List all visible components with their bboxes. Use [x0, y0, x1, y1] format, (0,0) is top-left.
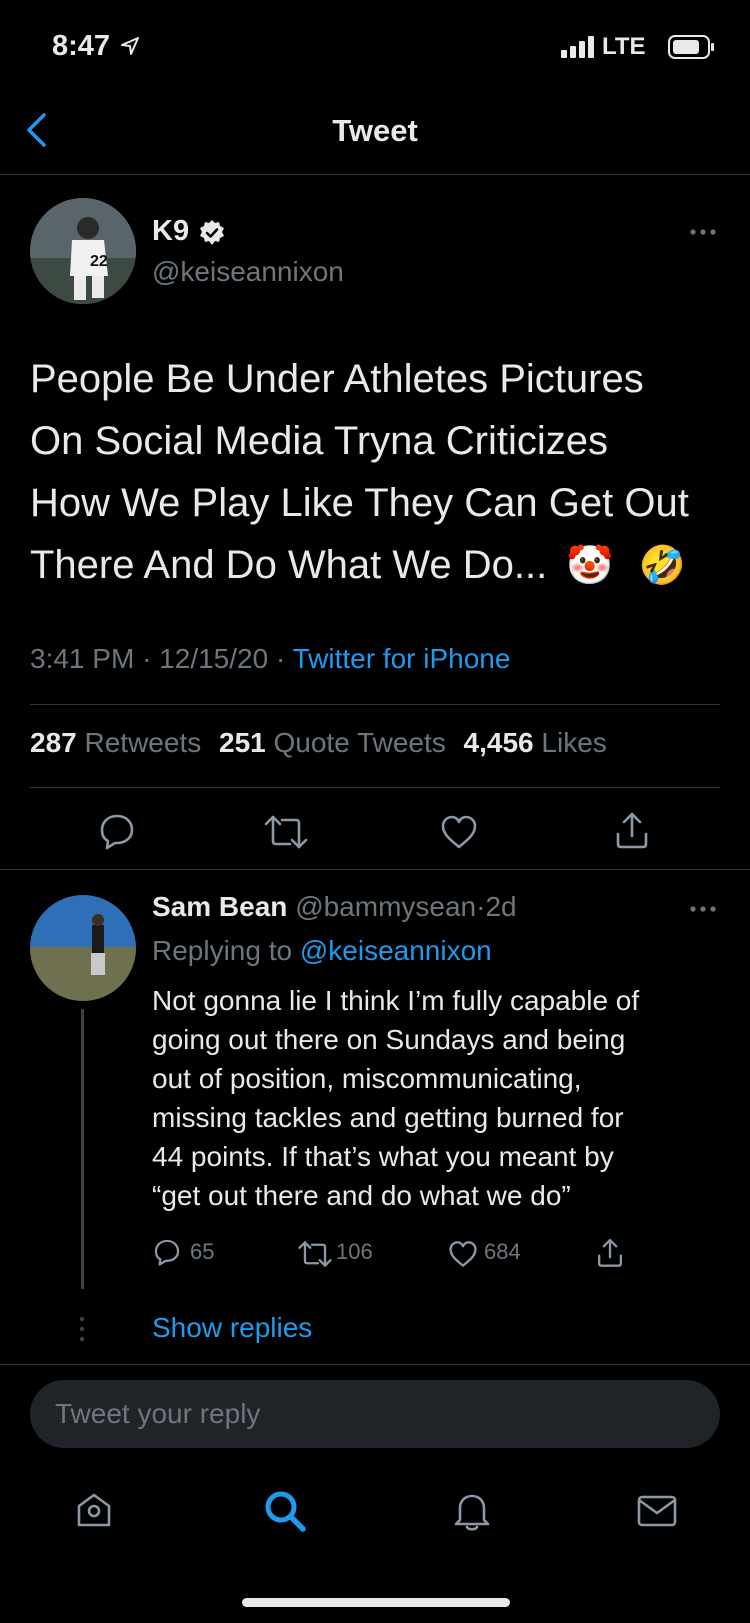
share-icon[interactable]	[614, 810, 650, 850]
author-name[interactable]: K9	[152, 215, 189, 248]
tweet-time: 3:41 PM	[30, 643, 135, 674]
replying-to-prefix: Replying to	[152, 935, 293, 966]
more-options-icon[interactable]	[689, 228, 717, 236]
reply-text-line: “get out there and do what we do”	[152, 1180, 571, 1211]
network-label: LTE	[602, 33, 646, 60]
reply-input-placeholder[interactable]: Tweet your reply	[55, 1398, 260, 1430]
tweet-source-link[interactable]: Twitter for iPhone	[293, 643, 511, 674]
reply-author-name[interactable]: Sam Bean	[152, 891, 287, 922]
reply-retweets-count: 106	[336, 1239, 373, 1264]
reply-retweet-icon[interactable]	[298, 1240, 332, 1268]
likes-stat[interactable]: 4,456 Likes	[464, 727, 607, 758]
reply-text-line: Not gonna lie I think I’m fully capable …	[152, 985, 640, 1016]
avatar[interactable]: 22	[30, 198, 136, 304]
reply-likes-count: 684	[484, 1239, 521, 1264]
tweet-text-line: There And Do What We Do... 🤡 🤣	[30, 534, 730, 597]
retweet-icon[interactable]	[264, 814, 308, 850]
thread-line	[81, 1009, 84, 1289]
reply-text-line: missing tackles and getting burned for	[152, 1102, 624, 1133]
engagement-stats: 287 Retweets 251 Quote Tweets 4,456 Like…	[30, 727, 607, 759]
replying-to-handle[interactable]: @keiseannixon	[300, 935, 492, 966]
signal-icon	[561, 36, 595, 58]
notifications-bell-icon[interactable]	[452, 1490, 492, 1532]
reply-avatar[interactable]	[30, 895, 136, 1001]
thread-dots-icon	[79, 1316, 85, 1342]
reply-age: 2d	[485, 891, 517, 922]
home-indicator[interactable]	[242, 1598, 510, 1607]
reply-icon[interactable]	[98, 812, 136, 850]
search-icon[interactable]	[262, 1488, 308, 1534]
tweet-meta: 3:41 PM · 12/15/20 · Twitter for iPhone	[30, 643, 510, 675]
retweets-label: Retweets	[84, 727, 202, 758]
likes-label: Likes	[541, 727, 607, 758]
battery-icon	[668, 35, 716, 59]
quote-tweets-label: Quote Tweets	[273, 727, 446, 758]
reply-text-line: 44 points. If that’s what you meant by	[152, 1141, 614, 1172]
reply-reply-icon[interactable]	[153, 1238, 181, 1266]
verified-badge-icon	[198, 219, 226, 247]
quote-tweets-count: 251	[219, 727, 266, 758]
reply-more-options-icon[interactable]	[689, 905, 717, 913]
page-title: Tweet	[332, 113, 418, 148]
clown-emoji: 🤡	[566, 545, 614, 587]
reply-like-icon[interactable]	[448, 1240, 478, 1268]
show-replies-link[interactable]: Show replies	[152, 1312, 312, 1344]
meta-separator: ·	[142, 643, 152, 674]
reply-author-handle[interactable]: @bammysean	[295, 891, 476, 922]
replying-to: Replying to @keiseannixon	[152, 935, 492, 967]
reply-header: Sam Bean @bammysean·2d	[152, 891, 517, 923]
tweet-text-line: People Be Under Athletes Pictures	[30, 357, 644, 401]
retweets-stat[interactable]: 287 Retweets	[30, 727, 209, 758]
status-time: 8:47	[52, 30, 111, 62]
reply-share-icon[interactable]	[596, 1237, 624, 1268]
svg-text:22: 22	[90, 253, 108, 270]
tweet-text-line: On Social Media Tryna Criticizes	[30, 419, 608, 463]
location-arrow-icon	[120, 36, 140, 56]
messages-envelope-icon[interactable]	[636, 1494, 678, 1528]
reply-text: Not gonna lie I think I’m fully capable …	[152, 981, 727, 1215]
tweet-text: People Be Under Athletes Pictures On Soc…	[30, 348, 730, 597]
meta-separator: ·	[275, 643, 286, 674]
reply-replies-count: 65	[190, 1239, 215, 1264]
tweet-text-line: How We Play Like They Can Get Out	[30, 481, 689, 525]
retweets-count: 287	[30, 727, 77, 758]
likes-count: 4,456	[463, 727, 534, 758]
home-icon[interactable]	[74, 1490, 114, 1530]
rofl-emoji: 🤣	[638, 545, 687, 587]
tweet-date: 12/15/20	[159, 643, 269, 674]
tweet-text-line-content: There And Do What We Do...	[30, 543, 548, 587]
quote-tweets-stat[interactable]: 251 Quote Tweets	[219, 727, 454, 758]
like-icon[interactable]	[440, 814, 478, 850]
reply-text-line: going out there on Sundays and being	[152, 1024, 626, 1055]
author-handle[interactable]: @keiseannixon	[152, 256, 344, 288]
reply-text-line: out of position, miscommunicating,	[152, 1063, 582, 1094]
reply-composer[interactable]: Tweet your reply	[30, 1380, 720, 1448]
